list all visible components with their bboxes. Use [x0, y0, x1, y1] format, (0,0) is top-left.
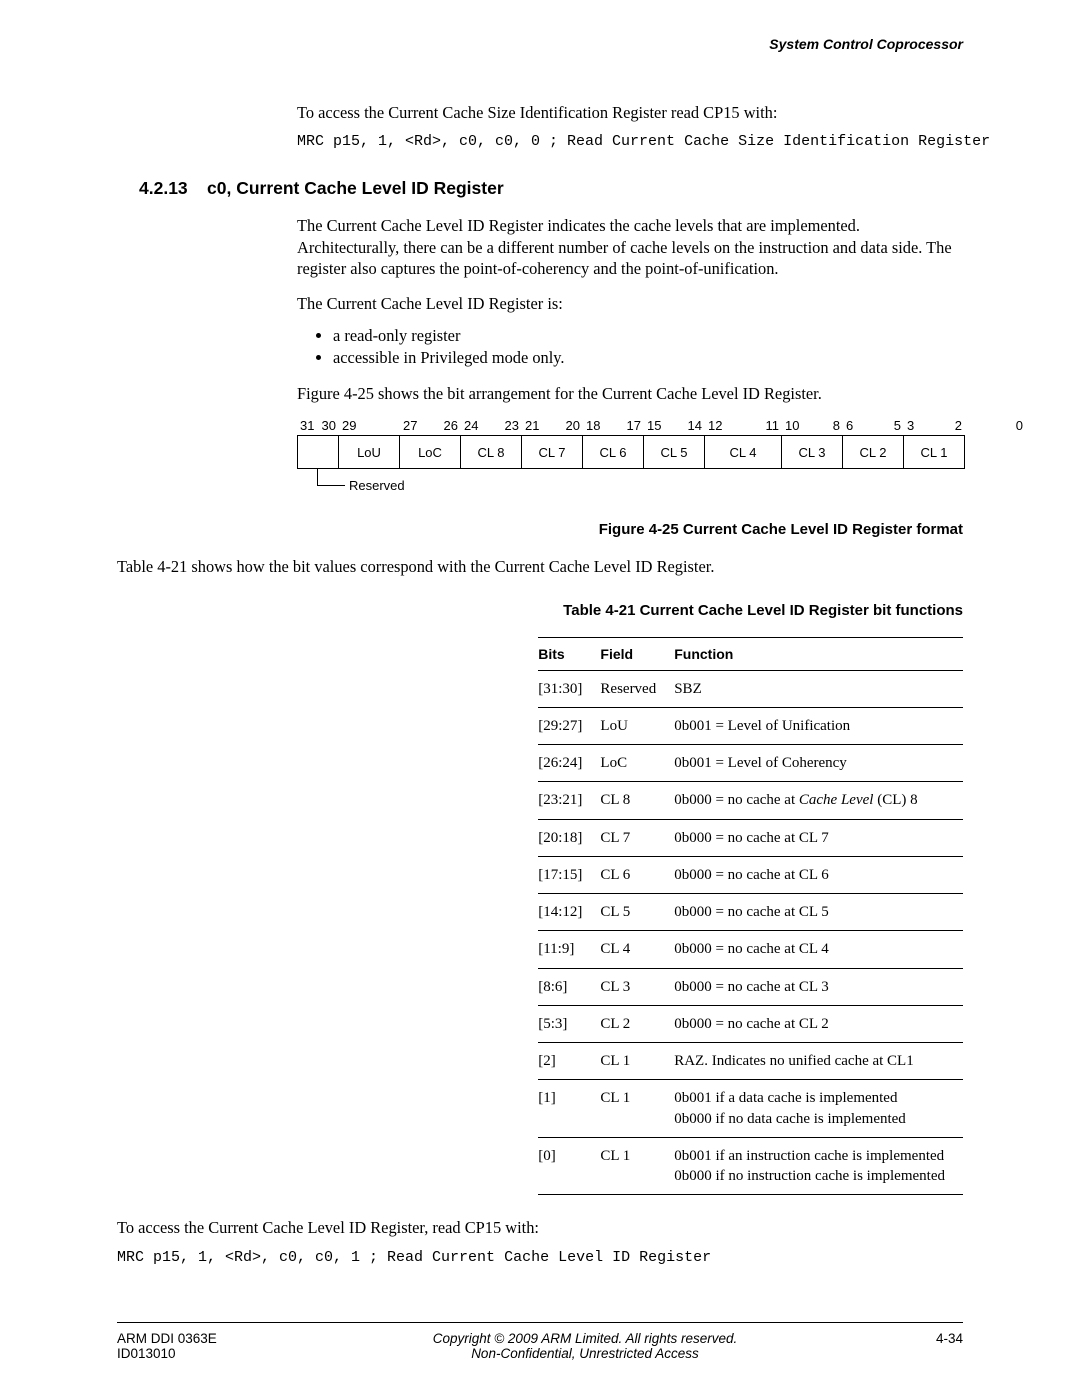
reg-cl8: CL 8 — [461, 435, 522, 469]
table-row: [0]CL 10b001 if an instruction cache is … — [538, 1137, 963, 1195]
reg-cl2: CL 2 — [843, 435, 904, 469]
footer-copyright: Copyright © 2009 ARM Limited. All rights… — [327, 1331, 843, 1346]
bullet-list: a read-only register accessible in Privi… — [297, 325, 963, 369]
running-header: System Control Coprocessor — [117, 36, 963, 52]
footer-doc-id: ARM DDI 0363E — [117, 1331, 327, 1346]
reg-lou: LoU — [339, 435, 400, 469]
section-number: 4.2.13 — [139, 178, 207, 199]
table-row: [29:27]LoU0b001 = Level of Unification — [538, 707, 963, 744]
bullet-2: accessible in Privileged mode only. — [333, 347, 963, 369]
table-row: [20:18]CL 70b000 = no cache at CL 7 — [538, 819, 963, 856]
page-footer: ARM DDI 0363E ID013010 Copyright © 2009 … — [117, 1322, 963, 1361]
table-row: [5:3]CL 20b000 = no cache at CL 2 — [538, 1005, 963, 1042]
table-caption: Table 4-21 Current Cache Level ID Regist… — [117, 602, 963, 619]
footer-rev: ID013010 — [117, 1346, 327, 1361]
footer-classification: Non-Confidential, Unrestricted Access — [327, 1346, 843, 1361]
reg-cl1: CL 1 — [904, 435, 965, 469]
table-row: [8:6]CL 30b000 = no cache at CL 3 — [538, 968, 963, 1005]
footer-page-number: 4-34 — [843, 1331, 963, 1361]
section-title: c0, Current Cache Level ID Register — [207, 178, 504, 199]
register-diagram: 3130 29 2726 2423 2120 1817 1514 1211 10… — [297, 418, 963, 497]
reg-loc: LoC — [400, 435, 461, 469]
reserved-label: Reserved — [349, 478, 405, 493]
col-function: Function — [674, 637, 963, 670]
bullet-1: a read-only register — [333, 325, 963, 347]
table-row: [2]CL 1RAZ. Indicates no unified cache a… — [538, 1043, 963, 1080]
para-1: The Current Cache Level ID Register indi… — [297, 215, 963, 279]
para-3: Figure 4-25 shows the bit arrangement fo… — [297, 383, 963, 404]
col-field: Field — [600, 637, 674, 670]
code-block-2: MRC p15, 1, <Rd>, c0, c0, 1 ; Read Curre… — [117, 1249, 963, 1266]
figure-caption: Figure 4-25 Current Cache Level ID Regis… — [117, 521, 963, 538]
outro-text: To access the Current Cache Level ID Reg… — [117, 1217, 963, 1238]
reg-cl4: CL 4 — [705, 435, 782, 469]
para-2: The Current Cache Level ID Register is: — [297, 293, 963, 314]
table-row: [23:21]CL 80b000 = no cache at Cache Lev… — [538, 782, 963, 819]
col-bits: Bits — [538, 637, 600, 670]
bits-table: Bits Field Function [31:30]ReservedSBZ[2… — [538, 637, 963, 1196]
reg-reserved — [297, 435, 339, 469]
table-row: [31:30]ReservedSBZ — [538, 670, 963, 707]
intro-text: To access the Current Cache Size Identif… — [297, 102, 963, 123]
code-block-1: MRC p15, 1, <Rd>, c0, c0, 0 ; Read Curre… — [297, 133, 963, 150]
table-row: [11:9]CL 40b000 = no cache at CL 4 — [538, 931, 963, 968]
reg-cl6: CL 6 — [583, 435, 644, 469]
reg-cl5: CL 5 — [644, 435, 705, 469]
table-row: [14:12]CL 50b000 = no cache at CL 5 — [538, 894, 963, 931]
table-row: [17:15]CL 60b000 = no cache at CL 6 — [538, 856, 963, 893]
table-row: [26:24]LoC0b001 = Level of Coherency — [538, 745, 963, 782]
reg-cl3: CL 3 — [782, 435, 843, 469]
table-intro: Table 4-21 shows how the bit values corr… — [117, 556, 963, 577]
table-row: [1]CL 10b001 if a data cache is implemen… — [538, 1080, 963, 1138]
reg-cl7: CL 7 — [522, 435, 583, 469]
